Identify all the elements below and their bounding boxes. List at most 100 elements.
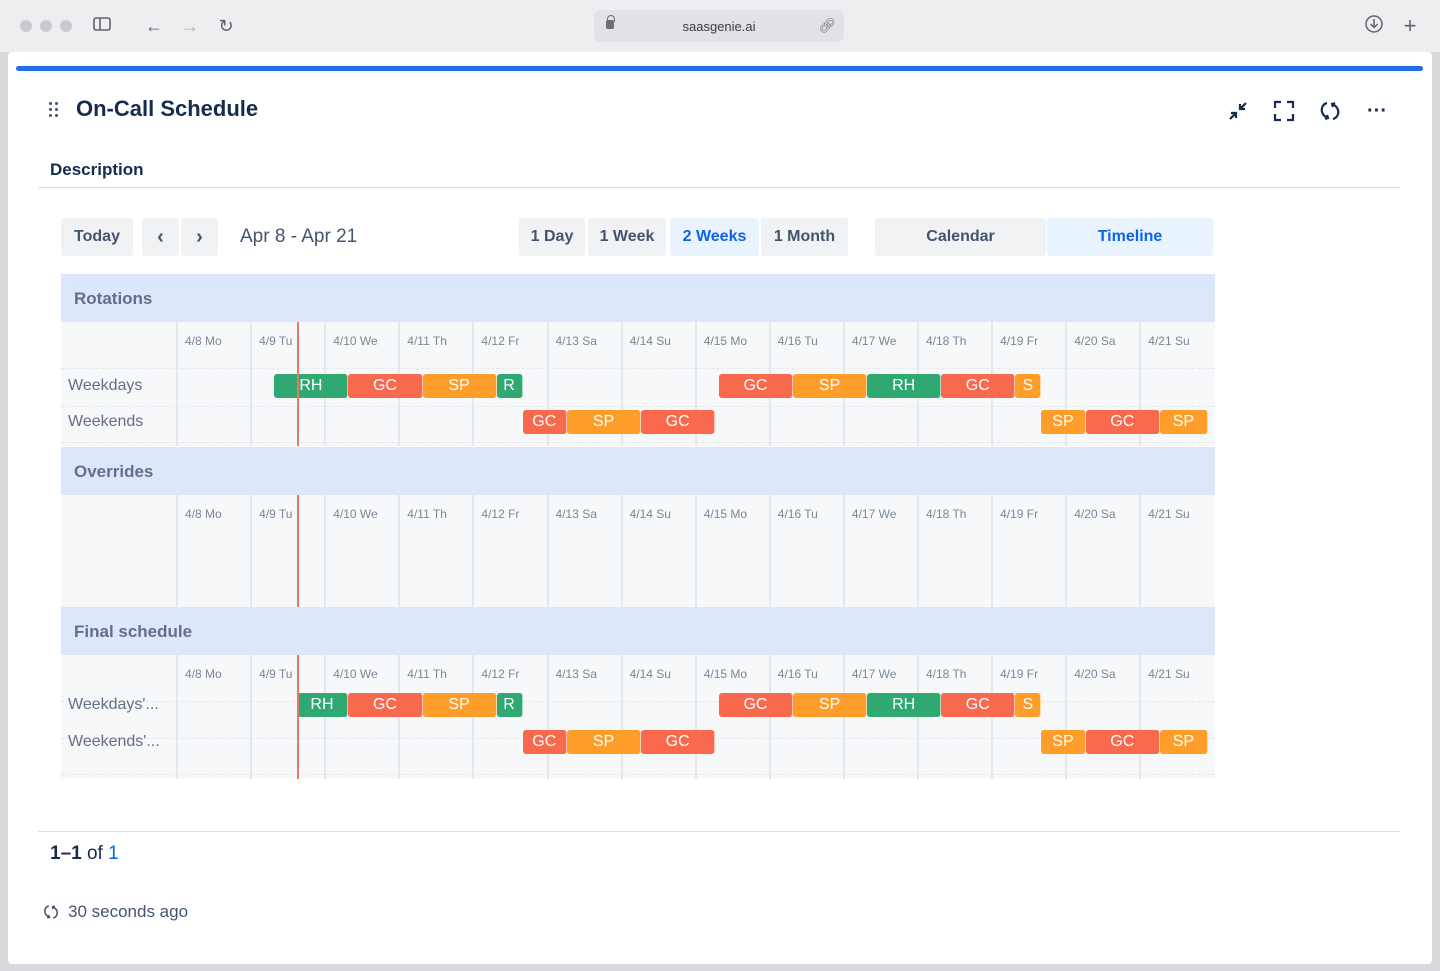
row-divider — [61, 701, 1215, 702]
window-close-button[interactable] — [20, 20, 32, 32]
row-label: Weekdays'... — [68, 696, 159, 713]
shift-bar-s[interactable]: S — [1015, 374, 1042, 398]
shift-bar-gc[interactable]: GC — [348, 374, 423, 398]
reload-icon[interactable]: ↻ — [214, 14, 238, 38]
shift-bar-sp[interactable]: SP — [422, 374, 497, 398]
shift-bar-sp[interactable]: SP — [567, 410, 642, 434]
row-label: Weekends'... — [68, 733, 160, 750]
day-column-line — [324, 495, 327, 607]
view-1-month-button[interactable]: 1 Month — [761, 218, 848, 256]
day-column-line — [991, 495, 994, 607]
section-header: Rotations — [61, 274, 1215, 322]
browser-toolbar: ← → ↻ saasgenie.ai 🔗︎ + — [0, 0, 1440, 52]
calendar-mode-button[interactable]: Calendar — [875, 218, 1046, 256]
shift-bar-gc[interactable]: GC — [348, 693, 423, 717]
day-label: 4/10 We — [333, 507, 378, 521]
shift-bar-gc[interactable]: GC — [641, 410, 716, 434]
day-column-line — [694, 655, 697, 779]
shift-bar-s[interactable]: S — [1015, 693, 1042, 717]
window-zoom-button[interactable] — [60, 20, 72, 32]
day-label: 4/9 Tu — [259, 667, 293, 681]
view-2-weeks-button[interactable]: 2 Weeks — [670, 218, 759, 256]
view-1-day-button[interactable]: 1 Day — [519, 218, 585, 256]
address-bar[interactable]: saasgenie.ai 🔗︎ — [594, 10, 844, 42]
shift-bar-gc[interactable]: GC — [522, 410, 568, 434]
download-icon[interactable] — [1362, 14, 1386, 38]
day-label: 4/12 Fr — [481, 334, 520, 348]
window-minimize-button[interactable] — [40, 20, 52, 32]
shift-bar-gc[interactable]: GC — [641, 730, 716, 754]
day-label: 4/21 Su — [1148, 507, 1190, 521]
shift-bar-gc[interactable]: GC — [941, 693, 1016, 717]
accent-bar — [16, 66, 1423, 71]
current-time-indicator — [296, 322, 299, 446]
new-tab-icon[interactable]: + — [1398, 14, 1422, 38]
shift-bar-gc[interactable]: GC — [1085, 730, 1160, 754]
shift-bar-sp[interactable]: SP — [1159, 730, 1208, 754]
section-body: 4/8 Mo 4/9 Tu 4/10 We 4/11 Th 4/12 Fr 4/13 Sa… — [61, 655, 1215, 779]
link-icon[interactable]: 🔗︎ — [818, 17, 836, 34]
section-body: 4/8 Mo 4/9 Tu 4/10 We 4/11 Th 4/12 Fr 4/13 Sa… — [61, 495, 1215, 607]
day-label: 4/20 Sa — [1074, 667, 1116, 681]
shift-bar-rh[interactable]: RH — [296, 693, 349, 717]
fullscreen-button[interactable] — [1269, 96, 1299, 126]
last-refreshed: 30 seconds ago — [42, 902, 188, 922]
timeline-mode-button[interactable]: Timeline — [1047, 218, 1213, 256]
url-text: saasgenie.ai — [682, 19, 756, 34]
pagination-total-link[interactable]: 1 — [108, 843, 119, 864]
forward-icon[interactable]: → — [178, 14, 202, 38]
shift-bar-r[interactable]: R — [496, 693, 523, 717]
shift-bar-r[interactable]: R — [496, 374, 523, 398]
row-label: Weekdays — [68, 377, 143, 394]
shift-bar-sp[interactable]: SP — [567, 730, 642, 754]
shift-bar-rh[interactable]: RH — [274, 374, 349, 398]
row-divider — [61, 406, 1215, 407]
day-column-line — [324, 655, 327, 779]
divider — [38, 187, 1400, 188]
back-icon[interactable]: ← — [142, 14, 166, 38]
shift-bar-rh[interactable]: RH — [867, 374, 942, 398]
section-title: Rotations — [74, 289, 153, 308]
shift-bar-sp[interactable]: SP — [422, 693, 497, 717]
day-column-line — [176, 322, 178, 446]
today-button[interactable]: Today — [61, 218, 133, 256]
day-label: 4/15 Mo — [703, 334, 748, 348]
day-column-line — [917, 655, 919, 779]
next-button[interactable]: › — [181, 218, 218, 256]
day-label: 4/15 Mo — [703, 667, 748, 681]
shift-bar-sp[interactable]: SP — [1159, 410, 1208, 434]
pagination-range: 1–1 — [50, 843, 82, 864]
day-column-line — [620, 495, 623, 607]
shift-bar-sp[interactable]: SP — [1041, 730, 1086, 754]
more-options-button[interactable]: ··· — [1362, 96, 1392, 126]
shift-bar-gc[interactable]: GC — [718, 693, 794, 717]
shift-bar-gc[interactable]: GC — [522, 730, 568, 754]
prev-button[interactable]: ‹ — [142, 218, 179, 256]
shift-bar-gc[interactable]: GC — [718, 374, 794, 398]
day-column-line — [768, 655, 771, 779]
view-1-week-button[interactable]: 1 Week — [588, 218, 666, 256]
day-label: 4/17 We — [851, 667, 897, 681]
day-label: 4/14 Su — [629, 334, 671, 348]
shift-bar-gc[interactable]: GC — [1085, 410, 1160, 434]
shift-bar-sp[interactable]: SP — [1041, 410, 1086, 434]
row-divider — [61, 442, 1215, 443]
sidebar-toggle-icon[interactable] — [90, 14, 114, 38]
minimize-button[interactable] — [1223, 96, 1253, 126]
day-label: 4/20 Sa — [1074, 507, 1116, 521]
day-column-line — [1139, 495, 1142, 607]
tab-description[interactable]: Description — [50, 160, 144, 180]
shift-bar-rh[interactable]: RH — [867, 693, 942, 717]
section-header: Overrides — [61, 447, 1215, 495]
day-label: 4/19 Fr — [1000, 507, 1039, 521]
day-column-line — [398, 655, 401, 779]
refresh-button[interactable] — [1315, 96, 1345, 126]
last-refreshed-text: 30 seconds ago — [68, 902, 189, 921]
day-column-line — [250, 655, 253, 779]
drag-handle-icon[interactable] — [49, 102, 61, 120]
shift-bar-sp[interactable]: SP — [793, 693, 868, 717]
shift-bar-sp[interactable]: SP — [793, 374, 868, 398]
current-time-indicator — [296, 655, 299, 779]
day-column-line — [917, 495, 919, 607]
shift-bar-gc[interactable]: GC — [941, 374, 1016, 398]
